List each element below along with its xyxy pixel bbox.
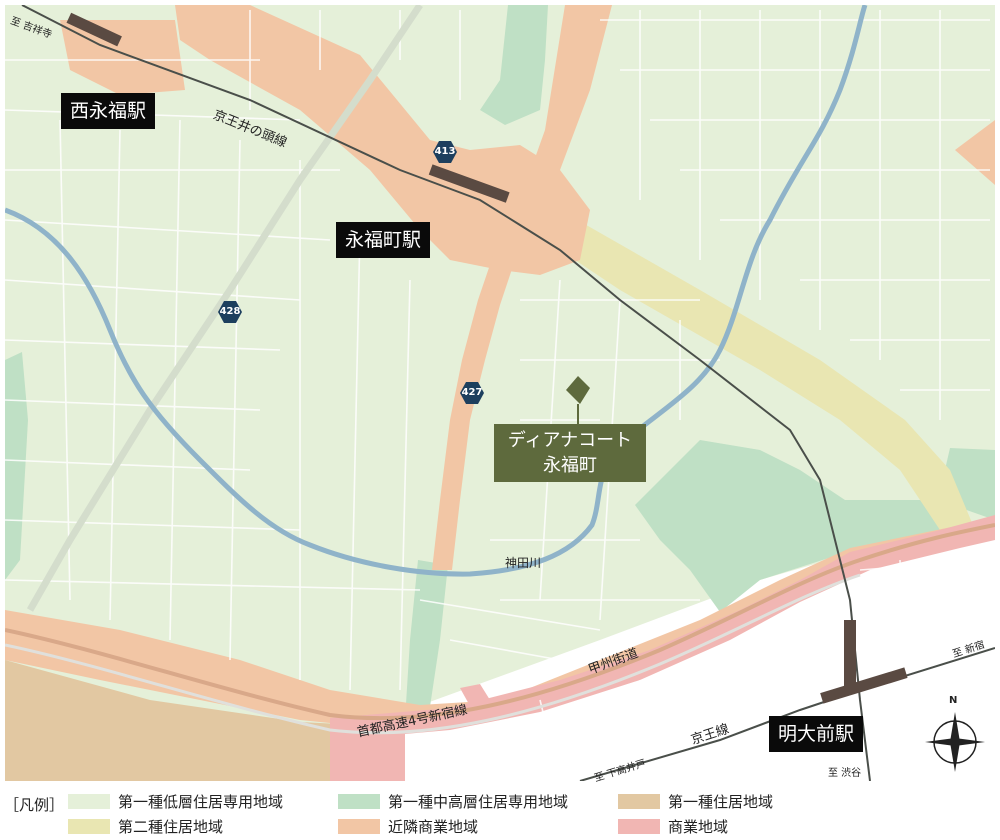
legend-swatch [338, 794, 380, 809]
legend-title: ［凡例］ [4, 796, 65, 814]
map-figure: { "colors": { "low_rise_residential": "#… [0, 0, 1000, 840]
compass-north-label: N [949, 695, 958, 706]
meidaimae-platform-inokashira [844, 620, 856, 690]
legend-label: 第一種中高層住居専用地域 [388, 793, 569, 811]
legend-item-residential-2: 第二種住居地域 [68, 817, 223, 837]
legend-swatch [618, 794, 660, 809]
kanda-river-label: 神田川 [505, 556, 542, 570]
legend-label: 近隣商業地域 [388, 818, 479, 836]
legend-swatch [618, 819, 660, 834]
legend-item-neighborhood-commercial: 近隣商業地域 [338, 817, 478, 837]
legend-swatch [68, 819, 110, 834]
property-name-line1: ディアナコート [507, 430, 633, 451]
legend-item-commercial: 商業地域 [618, 817, 728, 837]
legend-swatch [338, 819, 380, 834]
legend-item-residential-1: 第一種住居地域 [618, 792, 773, 812]
meidaimae-station-label: 明大前駅 [769, 716, 864, 752]
legend: ［凡例］ 第一種低層住居専用地域 第一種中高層住居専用地域 第一種住居地域 第二… [0, 786, 1000, 840]
eifukucho-station-label: 永福町駅 [336, 222, 431, 258]
legend-swatch [68, 794, 110, 809]
property-name-line2: 永福町 [543, 455, 597, 476]
legend-label: 第一種住居地域 [668, 793, 774, 811]
property-label: ディアナコート 永福町 [494, 424, 646, 482]
legend-label: 第一種低層住居専用地域 [118, 793, 284, 811]
legend-item-low-rise: 第一種低層住居専用地域 [68, 792, 283, 812]
to-shibuya-label: 至 渋谷 [828, 768, 862, 779]
legend-item-mid-high: 第一種中高層住居専用地域 [338, 792, 568, 812]
nishi-eifuku-station-label: 西永福駅 [61, 93, 156, 129]
legend-label: 商業地域 [668, 818, 729, 836]
legend-label: 第二種住居地域 [118, 818, 224, 836]
